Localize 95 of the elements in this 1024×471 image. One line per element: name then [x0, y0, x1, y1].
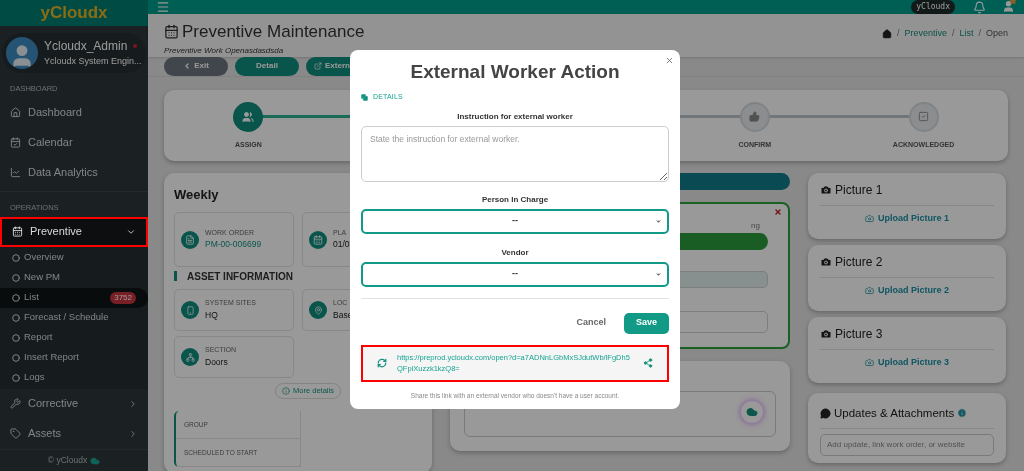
- sidebar-item[interactable]: Assets: [0, 418, 148, 449]
- home-icon[interactable]: [881, 28, 892, 39]
- calendar-icon: [309, 230, 327, 249]
- breadcrumb-separator: /: [978, 27, 981, 40]
- bullet-icon: [12, 273, 20, 282]
- chart-icon: [10, 166, 21, 178]
- refresh-icon[interactable]: [377, 358, 387, 368]
- submenu-item[interactable]: Report: [0, 327, 148, 348]
- bell-icon[interactable]: [973, 0, 986, 14]
- bullet-icon: [12, 333, 20, 342]
- logo: yCloudx: [0, 0, 148, 26]
- pin-icon: [309, 301, 327, 319]
- calendar-icon: [12, 226, 23, 237]
- wrench-icon: [10, 398, 21, 409]
- breadcrumb-link[interactable]: List: [959, 27, 974, 41]
- bullet-icon: [12, 313, 20, 322]
- cloud-button[interactable]: [741, 400, 763, 423]
- section-heading: ASSET INFORMATION: [187, 269, 293, 284]
- submenu-item[interactable]: Insert Report: [0, 347, 148, 368]
- tile-value[interactable]: PM-00-006699: [205, 238, 262, 252]
- field-label: Person In Charge: [481, 193, 549, 206]
- bullet-icon: [12, 253, 20, 262]
- field-label: Instruction for external worker: [457, 110, 573, 123]
- breadcrumb-current: Open: [985, 27, 1008, 40]
- sidebar-item[interactable]: Dashboard: [0, 97, 148, 128]
- chevron-right-icon: [128, 398, 138, 409]
- field-label: Vendor: [501, 246, 529, 259]
- upload-link[interactable]: Upload Picture 3: [865, 355, 949, 369]
- sidebar-item[interactable]: Calendar: [0, 127, 148, 158]
- submenu-item[interactable]: Overview: [0, 247, 148, 268]
- submenu-item[interactable]: New PM: [0, 267, 148, 288]
- dropdown-caret-icon: [655, 270, 662, 278]
- person-select[interactable]: --: [361, 208, 669, 234]
- chevron-right-icon: [128, 428, 138, 439]
- save-button[interactable]: Save: [624, 312, 669, 334]
- camera-icon: [865, 357, 874, 367]
- cloud-icon: [746, 405, 758, 418]
- bullet-icon: [12, 373, 20, 382]
- camera-icon: [820, 183, 832, 196]
- comment-icon: [820, 407, 831, 419]
- card-title: Picture 2: [835, 253, 883, 271]
- breadcrumb-separator: /: [896, 27, 900, 40]
- external-link-icon: [314, 62, 322, 70]
- camera-icon: [820, 327, 832, 340]
- card-title: Picture 3: [835, 325, 883, 343]
- status-label: ng: [751, 219, 760, 232]
- user-name: Ycloudx_Admin: [44, 38, 128, 56]
- dialog-title: External Worker Action: [410, 62, 620, 81]
- avatar-icon: [6, 37, 38, 69]
- submenu-item[interactable]: List 3752: [0, 287, 148, 308]
- tile-value: 01/0: [333, 238, 350, 252]
- footer-text: © yCloudx: [47, 454, 88, 467]
- close-icon[interactable]: [774, 207, 782, 216]
- info-icon[interactable]: [957, 408, 968, 419]
- upload-link[interactable]: Upload Picture 2: [865, 283, 949, 297]
- calendar-icon: [164, 24, 179, 40]
- breadcrumb-link[interactable]: Preventive: [904, 27, 947, 41]
- tile-value: HQ: [205, 308, 219, 322]
- tenant-badge: yCloudx: [911, 0, 955, 14]
- info-icon: [282, 387, 291, 395]
- close-icon[interactable]: [665, 56, 674, 65]
- tag-icon: [10, 428, 21, 439]
- page-title: Preventive Maintenance: [182, 21, 365, 43]
- document-icon: [181, 230, 199, 249]
- dropdown-caret-icon: [655, 217, 662, 225]
- cancel-button[interactable]: Cancel: [576, 316, 606, 330]
- instruction-field[interactable]: State the instruction for external worker.: [361, 125, 669, 182]
- phone-icon: [181, 301, 199, 319]
- submenu-item[interactable]: Forecast / Schedule: [0, 307, 148, 328]
- tile-value: Doors: [205, 355, 229, 369]
- vendor-select[interactable]: --: [361, 261, 669, 287]
- camera-icon: [865, 213, 874, 223]
- hierarchy-icon: [181, 348, 199, 366]
- card-title: Picture 1: [835, 181, 883, 199]
- user-icon[interactable]: [1002, 0, 1016, 14]
- calendar-icon: [10, 136, 21, 148]
- upload-link[interactable]: Upload Picture 1: [865, 211, 949, 225]
- card-title: Updates & Attachments: [834, 405, 955, 421]
- sidebar-item[interactable]: Data Analytics: [0, 157, 148, 188]
- sidebar-item[interactable]: Preventive: [0, 216, 148, 247]
- cloud-icon: [90, 455, 101, 466]
- user-role: Ycloudx System Engin...: [44, 55, 142, 69]
- page-subtitle: Preventive Work Openasdasdsda: [164, 44, 285, 57]
- copy-icon: [361, 93, 368, 101]
- card-title: Weekly: [174, 185, 220, 204]
- camera-icon: [820, 255, 832, 268]
- breadcrumb-separator: /: [951, 27, 955, 40]
- home-icon: [10, 106, 21, 118]
- bullet-icon: [12, 353, 20, 362]
- menu-icon[interactable]: [156, 0, 170, 14]
- count-badge: 3752: [110, 291, 136, 304]
- share-icon[interactable]: [643, 358, 653, 368]
- camera-icon: [865, 285, 874, 295]
- bullet-icon: [12, 293, 20, 302]
- submenu-item[interactable]: Logs: [0, 367, 148, 388]
